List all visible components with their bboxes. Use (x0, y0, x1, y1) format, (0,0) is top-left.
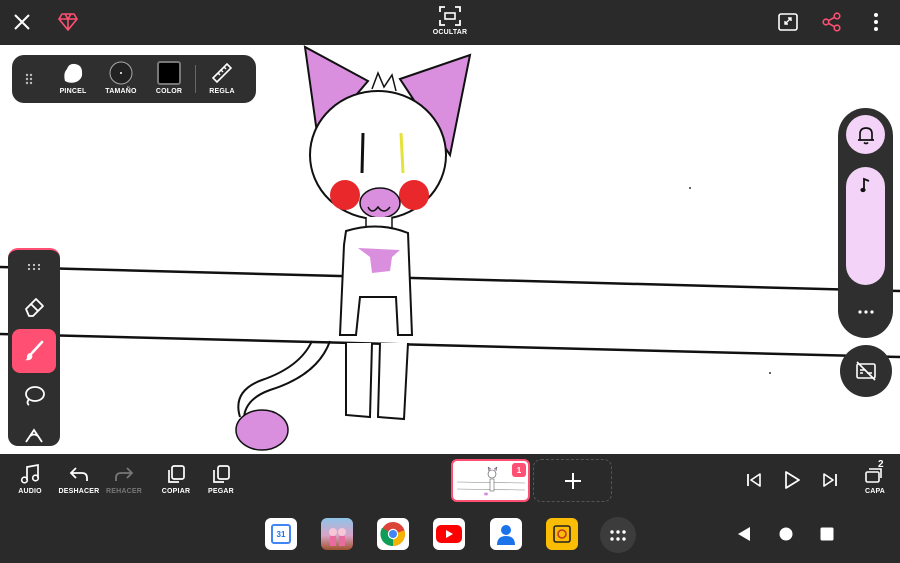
hide-label: OCULTAR (432, 29, 468, 36)
paste-icon (213, 465, 230, 483)
redo-label: REHACER (105, 488, 142, 495)
subtitles-off-button[interactable] (840, 345, 892, 397)
lasso-icon[interactable] (14, 376, 54, 416)
audio-button[interactable]: AUDIO (12, 463, 48, 495)
app-drawer-icon[interactable] (600, 517, 636, 553)
bell-icon[interactable] (846, 115, 885, 154)
color-button[interactable]: COLOR (152, 61, 186, 95)
calendar-day: 31 (271, 524, 291, 544)
paintbrush-icon (25, 340, 44, 361)
tool-palette (8, 248, 60, 446)
eraser-icon[interactable] (14, 286, 54, 326)
color-label: COLOR (155, 88, 183, 95)
brush-size-button[interactable]: TAMAÑO (102, 61, 140, 95)
layers-label: CAPA (864, 488, 886, 495)
undo-icon (69, 467, 88, 481)
paste-label: PEGAR (208, 488, 234, 495)
chrome-icon[interactable] (377, 518, 409, 550)
brush-shape-icon (64, 63, 83, 83)
drawing-canvas[interactable] (0, 45, 900, 454)
undo-label: DESHACER (58, 488, 100, 495)
subtitles-off-icon (856, 361, 876, 381)
palette-handle-icon[interactable] (8, 256, 60, 278)
bottom-toolbar: AUDIO DESHACER REHACER COPIAR PEGAR 1 2 … (0, 454, 900, 506)
copy-icon (168, 465, 185, 483)
system-navbar: 31 (0, 506, 900, 563)
redo-button[interactable]: REHACER (102, 463, 146, 495)
hide-ui-button[interactable]: OCULTAR (428, 6, 472, 36)
photo-app-icon[interactable] (321, 518, 353, 550)
copy-button[interactable]: COPIAR (156, 463, 196, 495)
brush-tool-button[interactable] (12, 329, 56, 373)
previous-frame-icon[interactable] (742, 468, 766, 492)
paste-button[interactable]: PEGAR (202, 463, 240, 495)
hide-icon (439, 6, 461, 26)
layers-button[interactable]: 2 CAPA (858, 459, 892, 495)
frame-number-badge: 1 (512, 463, 526, 477)
youtube-icon[interactable] (433, 518, 465, 550)
copy-label: COPIAR (161, 488, 191, 495)
more-horizontal-icon[interactable] (846, 300, 885, 324)
brush-label: PINCEL (59, 88, 87, 95)
share-icon[interactable] (818, 8, 846, 36)
drag-handle-icon[interactable] (22, 69, 36, 89)
more-vertical-icon[interactable] (864, 8, 888, 36)
audio-panel (838, 108, 893, 338)
music-icon (20, 463, 40, 484)
brush-type-button[interactable]: PINCEL (56, 61, 90, 95)
ruler-icon (211, 62, 233, 84)
audio-label: AUDIO (18, 488, 42, 495)
color-swatch (157, 61, 181, 85)
contacts-icon[interactable] (490, 518, 522, 550)
close-icon[interactable] (8, 8, 36, 36)
home-nav-icon[interactable] (775, 523, 797, 545)
next-frame-icon[interactable] (818, 468, 842, 492)
ruler-button[interactable]: REGLA (205, 61, 239, 95)
divider (195, 65, 196, 93)
size-icon (109, 61, 133, 85)
music-track-slot[interactable] (846, 167, 885, 285)
layer-count: 2 (878, 459, 884, 470)
add-frame-button[interactable] (533, 459, 612, 502)
ruler-label: REGLA (209, 88, 235, 95)
recents-nav-icon[interactable] (816, 523, 838, 545)
frame-thumbnail[interactable]: 1 (451, 459, 530, 502)
play-icon[interactable] (779, 466, 805, 494)
calendar-app-icon[interactable]: 31 (265, 518, 297, 550)
brush-toolbar: PINCEL TAMAÑO COLOR REGLA (12, 55, 256, 103)
undo-button[interactable]: DESHACER (56, 463, 102, 495)
cat-drawing (0, 45, 900, 451)
photo-figures (329, 528, 346, 546)
top-bar: OCULTAR (0, 0, 900, 45)
size-label: TAMAÑO (105, 88, 137, 95)
music-note-icon (856, 175, 876, 195)
fill-icon[interactable] (14, 420, 54, 446)
app-icon-yellow[interactable] (546, 518, 578, 550)
plus-icon (564, 472, 581, 489)
fullscreen-icon[interactable] (774, 8, 802, 36)
back-nav-icon[interactable] (733, 522, 755, 546)
redo-icon (115, 467, 134, 481)
premium-gem-icon[interactable] (54, 8, 82, 36)
